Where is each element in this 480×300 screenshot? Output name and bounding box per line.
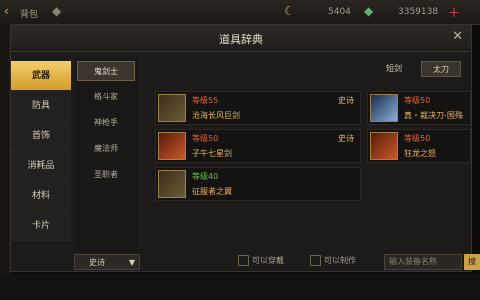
tab-short-sword[interactable]: 短剑 xyxy=(375,61,413,77)
wearable-checkbox[interactable] xyxy=(238,255,249,266)
close-icon[interactable]: ✕ xyxy=(452,29,463,44)
category-weapon[interactable]: 武器 xyxy=(11,61,71,91)
item-name: 子午七星剑 xyxy=(192,149,232,158)
craftable-filter[interactable]: 可以制作 xyxy=(310,254,356,268)
category-armor[interactable]: 防具 xyxy=(11,91,71,121)
bottom-bar xyxy=(0,274,480,300)
item-level: 等级55 xyxy=(192,96,219,105)
tab-katana[interactable]: 太刀 xyxy=(421,61,461,77)
chevron-down-icon: ▼ xyxy=(128,258,135,267)
dialog-title: 道具辞典 xyxy=(219,33,263,46)
add-currency-icon[interactable]: ＋ xyxy=(448,4,460,21)
moon-icon: ☾ xyxy=(284,4,295,18)
item-level: 等级50 xyxy=(404,96,431,105)
diamond-icon: ◆ xyxy=(52,4,62,18)
item-rarity: 史诗 xyxy=(338,134,354,143)
currency1-value: 5404 xyxy=(328,7,351,17)
search-input[interactable]: 输入装备名称 xyxy=(384,254,462,270)
category-accessory[interactable]: 首饰 xyxy=(11,121,71,151)
item-level: 等级40 xyxy=(192,172,219,181)
item-level: 等级50 xyxy=(404,134,431,143)
category-consumable[interactable]: 消耗品 xyxy=(11,151,71,181)
class-gunner[interactable]: 神枪手 xyxy=(77,113,135,133)
sword-icon xyxy=(158,94,186,122)
wearable-filter[interactable]: 可以穿戴 xyxy=(238,254,284,268)
item-rarity: 史诗 xyxy=(338,96,354,105)
rarity-dropdown[interactable]: 史诗 ▼ xyxy=(74,254,140,270)
back-arrow-icon[interactable]: ‹ xyxy=(4,4,9,18)
dialog-header: 道具辞典 ✕ xyxy=(11,25,471,52)
currency2-value: 3359138 xyxy=(398,7,439,17)
category-card[interactable]: 卡片 xyxy=(11,211,71,241)
category-material[interactable]: 材料 xyxy=(11,181,71,211)
craftable-checkbox[interactable] xyxy=(310,255,321,266)
side-strip xyxy=(0,24,10,300)
item-card[interactable]: 等级50 狂龙之怒 xyxy=(367,129,471,163)
wearable-label: 可以穿戴 xyxy=(252,256,284,265)
item-card[interactable]: 等级50 子午七星剑 史诗 xyxy=(155,129,361,163)
sword-icon xyxy=(158,170,186,198)
back-label[interactable]: 背包 xyxy=(20,7,38,20)
item-name: 真・裁决刀-国殇 xyxy=(404,111,463,120)
item-dictionary-dialog: 道具辞典 ✕ 武器 防具 首饰 消耗品 材料 卡片 鬼剑士 格斗家 神枪手 魔法… xyxy=(10,24,472,272)
item-name: 征服者之翼 xyxy=(192,187,232,196)
craftable-label: 可以制作 xyxy=(324,256,356,265)
class-list: 鬼剑士 格斗家 神枪手 魔法师 圣职者 xyxy=(75,57,137,267)
item-name: 狂龙之怒 xyxy=(404,149,436,158)
top-bar: ‹ 背包 ◆ ☾ 5404 ◆ 3359138 ＋ xyxy=(0,0,480,25)
item-card[interactable]: 等级40 征服者之翼 xyxy=(155,167,361,201)
sword-icon xyxy=(370,94,398,122)
gem-icon: ◆ xyxy=(364,4,374,18)
item-name: 沧海长风巨剑 xyxy=(192,111,240,120)
class-slayer[interactable]: 鬼剑士 xyxy=(77,61,135,81)
item-level: 等级50 xyxy=(192,134,219,143)
class-priest[interactable]: 圣职者 xyxy=(77,165,135,185)
search-button[interactable]: 搜 xyxy=(464,254,480,270)
sword-icon xyxy=(370,132,398,160)
class-fighter[interactable]: 格斗家 xyxy=(77,87,135,107)
item-card[interactable]: 等级50 真・裁决刀-国殇 xyxy=(367,91,471,125)
rarity-dropdown-value: 史诗 xyxy=(89,258,105,267)
class-mage[interactable]: 魔法师 xyxy=(77,139,135,159)
sword-icon xyxy=(158,132,186,160)
item-card[interactable]: 等级55 沧海长风巨剑 史诗 xyxy=(155,91,361,125)
